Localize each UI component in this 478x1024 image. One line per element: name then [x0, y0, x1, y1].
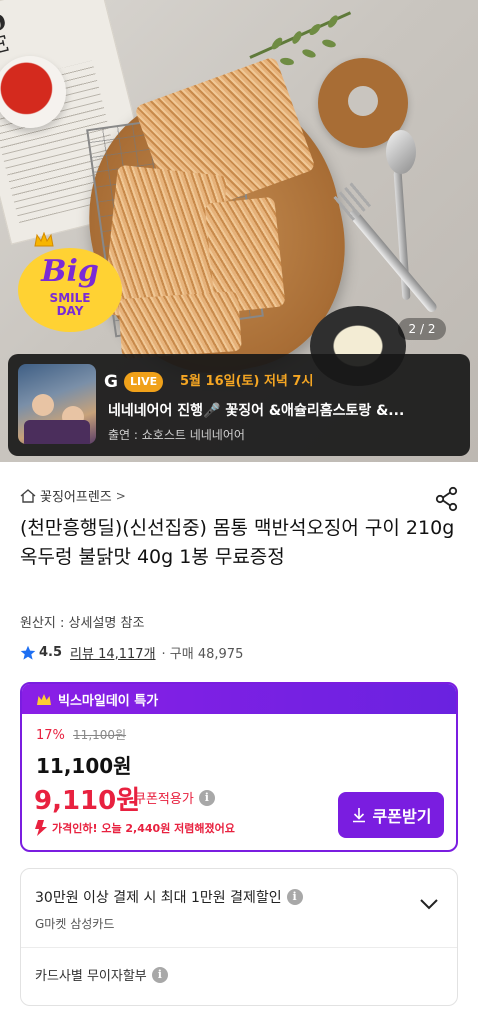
rating-value: 4.5 [39, 645, 63, 660]
live-host: 출연 : 쇼호스트 네네네어어 [108, 428, 245, 442]
spoon-head [386, 130, 416, 174]
info-icon[interactable]: i [151, 966, 168, 983]
crown-icon [37, 693, 51, 705]
chevron-down-icon[interactable] [419, 897, 439, 911]
fork [347, 207, 439, 315]
seller-name: 꽃징어프렌즈 [40, 490, 112, 505]
gmarket-live-logo: G [104, 372, 118, 392]
seller-link[interactable]: 꽃징어프렌즈 > [20, 486, 126, 505]
crown-icon [34, 232, 54, 247]
arrow-down-icon [35, 820, 47, 836]
discount-rate: 17% [36, 728, 65, 743]
live-date: 5월 16일(토) 저녁 7시 [180, 374, 314, 389]
star-icon [20, 645, 36, 660]
chevron-right-icon: > [115, 488, 126, 503]
big-smile-day-badge: Big SMILE DAY [18, 232, 122, 332]
card-discount-info: 30만원 이상 결제 시 최대 1만원 결제할인 i [35, 887, 303, 907]
installment-info: 카드사별 무이자할부 i [35, 965, 168, 984]
product-image-carousel[interactable]: TO SE Big SMILE DAY 2 / 2 G LIVE 5월 16일(… [0, 0, 478, 462]
discount-row: 17% 11,100원 [36, 726, 126, 743]
get-coupon-button[interactable]: 쿠폰받기 [338, 792, 444, 838]
original-price: 11,100원 [73, 728, 127, 742]
carousel-page-indicator: 2 / 2 [398, 318, 446, 340]
purchase-count: · 구매 48,975 [161, 647, 244, 662]
review-link[interactable]: 리뷰 14,117개 [70, 643, 156, 662]
live-broadcast-banner[interactable]: G LIVE 5월 16일(토) 저녁 7시 네네네어어 진행🎤 꽃징어 &애슐… [8, 354, 470, 456]
sale-price: 11,100원 [36, 754, 132, 778]
divider [21, 947, 457, 948]
coupon-price: 9,110원 [34, 786, 141, 816]
product-title: (천만흥행딜)(신선집중) 몸통 맥반석오징어 구이 210g 옥두렁 불닭맛 … [20, 517, 455, 568]
card-discount-text: 30만원 이상 결제 시 최대 1만원 결제할인 [35, 890, 282, 906]
price-drop-notice: 가격인하! 오늘 2,440원 저렴해졌어요 [34, 820, 235, 836]
get-coupon-label: 쿠폰받기 [372, 807, 432, 826]
deal-box: 빅스마일데이 특가 17% 11,100원 11,100원 9,110원 쿠폰적… [20, 682, 458, 852]
info-icon[interactable]: i [286, 889, 303, 905]
card-name: G마켓 삼성카드 [35, 917, 115, 931]
live-thumbnail [18, 364, 96, 444]
grilled-squid [118, 290, 242, 360]
origin-info: 원산지 : 상세설명 참조 [20, 616, 145, 631]
price-drop-text: 가격인하! 오늘 2,440원 저렴해졌어요 [52, 822, 235, 835]
newspaper-text: TO SE [0, 8, 12, 64]
deal-header-label: 빅스마일데이 특가 [58, 693, 159, 709]
badge-line2: DAY [56, 304, 84, 318]
home-icon [20, 488, 36, 503]
coupon-label-text: 쿠폰적용가 [134, 792, 194, 807]
coupon-applied-label: 쿠폰적용가 i [134, 788, 215, 807]
rating-row: 4.5 리뷰 14,117개 · 구매 48,975 [20, 643, 243, 662]
installment-text: 카드사별 무이자할부 [35, 969, 147, 984]
card-discount-box: 30만원 이상 결제 시 최대 1만원 결제할인 i G마켓 삼성카드 카드사별… [20, 868, 458, 1006]
info-icon[interactable]: i [198, 789, 215, 806]
live-title: 네네네어어 진행🎤 꽃징어 &애슐리홈스토랑 &... [108, 403, 405, 419]
share-icon[interactable] [434, 486, 460, 512]
badge-big-text: Big [41, 254, 99, 289]
live-pill: LIVE [124, 372, 164, 392]
deal-header: 빅스마일데이 특가 [22, 684, 456, 714]
download-icon [352, 808, 365, 823]
